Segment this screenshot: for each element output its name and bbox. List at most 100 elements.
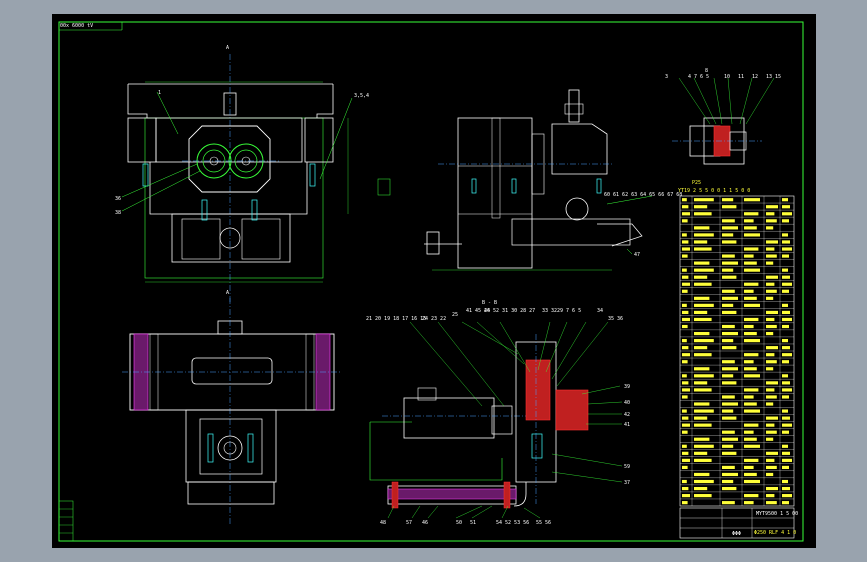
parts-table-cell-mark — [694, 317, 712, 322]
parts-table-cell-mark — [722, 339, 734, 343]
parts-table-cell-mark — [694, 423, 712, 427]
parts-table-cell-mark — [766, 324, 777, 329]
parts-table-cell-mark — [782, 289, 789, 293]
parts-table-cell-mark — [782, 240, 790, 244]
parts-table-cell-mark — [766, 402, 774, 406]
parts-table-cell-mark — [694, 402, 710, 406]
parts-table-cell-mark — [722, 472, 738, 477]
parts-table-cell-mark — [682, 303, 687, 307]
parts-table-cell-mark — [722, 451, 737, 455]
parts-table-cell-mark — [782, 233, 788, 237]
parts-table-cell-mark — [694, 310, 708, 315]
parts-table-cell-mark — [744, 247, 759, 251]
parts-table-cell-mark — [766, 240, 778, 244]
parts-table-cell-mark — [694, 339, 714, 343]
parts-table-cell-mark — [782, 268, 788, 272]
parts-table-cell-mark — [682, 416, 689, 420]
parts-table-cell-mark — [722, 254, 735, 258]
svg-text:42: 42 — [624, 412, 630, 418]
mid-view-leader: 60 61 62 63 64 65 66 67 68 — [604, 192, 682, 198]
section-marker-mid: A — [226, 290, 229, 296]
parts-table-cell-mark — [694, 282, 712, 286]
parts-table-cell-mark — [722, 479, 734, 484]
parts-table-cell-mark — [682, 198, 687, 202]
parts-table-cell-mark — [766, 430, 777, 434]
parts-table-cell-mark — [744, 303, 760, 307]
parts-table-cell-mark — [744, 402, 757, 406]
parts-table-cell-mark — [722, 501, 735, 505]
svg-text:47: 47 — [634, 252, 640, 258]
parts-table-cell-mark — [744, 409, 760, 413]
svg-text:48: 48 — [380, 520, 386, 526]
parts-table-cell-mark — [694, 381, 708, 385]
parts-table-cell-mark — [694, 198, 714, 202]
front-view — [121, 54, 391, 304]
parts-table-cell-mark — [722, 198, 734, 202]
svg-text:38: 38 — [115, 210, 121, 216]
drawing-sheet: A 1 3,5,4 36 38 60 61 62 63 64 65 66 67 … — [52, 14, 816, 548]
parts-table-cell-mark — [682, 254, 688, 258]
parts-table-cell-mark — [766, 486, 778, 491]
parts-table-cell-mark — [782, 303, 788, 307]
parts-table-cell-mark — [682, 501, 688, 505]
parts-table-cell-mark — [694, 240, 708, 244]
svg-text:40: 40 — [624, 400, 630, 406]
parts-table-cell-mark — [766, 226, 774, 230]
parts-table-cell-mark — [744, 437, 757, 441]
parts-table-cell-mark — [682, 346, 689, 350]
section-view — [369, 321, 623, 519]
parts-table-cell-mark — [694, 367, 710, 371]
parts-table-cell-mark — [782, 451, 790, 455]
parts-table-cell-mark — [682, 388, 690, 392]
parts-table-cell-mark — [694, 296, 710, 300]
svg-text:39: 39 — [624, 384, 630, 390]
parts-table-cell-mark — [722, 275, 737, 279]
parts-table-cell-mark — [744, 254, 754, 258]
parts-table-cell-mark — [744, 472, 757, 477]
parts-table-cell-mark — [766, 205, 778, 209]
parts-table-cell-mark — [682, 458, 690, 462]
parts-table-cell-mark — [744, 233, 760, 237]
parts-table-cell-mark — [766, 296, 774, 300]
parts-table-cell-mark — [766, 261, 774, 265]
parts-table-cell-mark — [694, 458, 712, 462]
parts-table-cell-mark — [766, 346, 778, 350]
title-block-code: MYT9500 1 5 00 — [756, 511, 798, 517]
parts-table-cell-mark — [766, 282, 775, 286]
parts-table-cell-mark — [766, 501, 777, 505]
parts-table-cell-mark — [782, 388, 792, 392]
parts-table-cell-mark — [682, 395, 688, 399]
parts-table-cell-mark — [722, 409, 734, 413]
parts-table-cell-mark — [682, 494, 690, 498]
parts-table-cell-mark — [722, 444, 734, 448]
parts-table-cell-mark — [694, 303, 714, 307]
parts-table-cell-mark — [766, 289, 777, 293]
parts-table-cell-mark — [782, 395, 789, 399]
parts-table-cell-mark — [694, 479, 714, 484]
parts-table-cell-mark — [694, 437, 710, 441]
parts-table-cell-mark — [782, 409, 788, 413]
parts-table-cell-mark — [744, 339, 760, 343]
parts-table-cell-mark — [782, 317, 792, 322]
detail-view — [672, 77, 775, 165]
parts-table-cell-mark — [744, 219, 754, 223]
parts-table-cell-mark — [682, 205, 689, 209]
parts-table-cell-mark — [722, 402, 738, 406]
parts-table-cell-mark — [722, 416, 737, 420]
parts-table-cell-mark — [744, 479, 760, 484]
parts-table-cell-mark — [744, 388, 759, 392]
svg-text:51: 51 — [470, 520, 476, 526]
svg-text:57: 57 — [406, 520, 412, 526]
parts-table-cell-mark — [744, 430, 754, 434]
parts-table-cell-mark — [722, 374, 734, 378]
parts-table-cell-mark — [766, 353, 775, 357]
parts-table-cell-mark — [682, 423, 690, 427]
svg-text:50: 50 — [456, 520, 462, 526]
parts-table-cell-mark — [694, 233, 714, 237]
parts-table-cell-mark — [694, 247, 712, 251]
parts-table-cell-mark — [782, 198, 788, 202]
parts-table-cell-mark — [744, 324, 754, 329]
parts-table-cell-mark — [744, 494, 759, 498]
parts-table-cell-mark — [766, 423, 775, 427]
svg-text:41: 41 — [624, 422, 630, 428]
